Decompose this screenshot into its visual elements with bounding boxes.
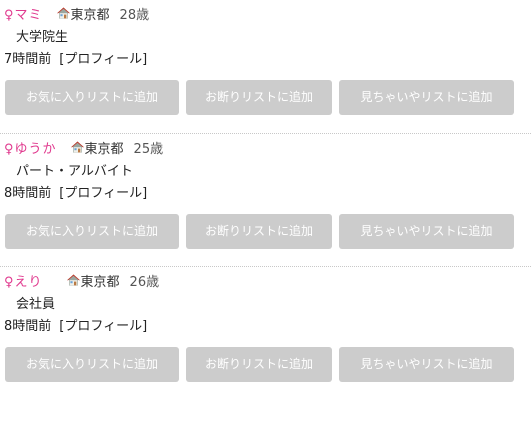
age: 25歳	[133, 141, 164, 157]
age: 28歳	[119, 7, 150, 23]
profile-header: ♀えり 東京都 26歳	[4, 271, 160, 290]
location-text: 東京都	[80, 274, 120, 290]
profile-card: ♀えり 東京都 26歳 会社員 8時間前 [プロフィール] お気に入りリストに追加…	[0, 266, 531, 399]
occupation: 会社員	[16, 297, 56, 312]
occupation: 大学院生	[16, 30, 69, 45]
profile-link[interactable]: [プロフィール]	[59, 52, 147, 67]
profile-card: ♀マミ 東京都 28歳 大学院生 7時間前 [プロフィール] お気に入りリストに追…	[0, 0, 531, 133]
house-icon	[70, 141, 84, 153]
location: 東京都	[66, 271, 120, 290]
add-favorite-button[interactable]: お気に入りリストに追加	[5, 347, 179, 382]
location: 東京都	[70, 138, 124, 157]
add-favorite-button[interactable]: お気に入りリストに追加	[5, 214, 179, 249]
occupation: パート・アルバイト	[16, 164, 133, 179]
add-hide-button[interactable]: 見ちゃいやリストに追加	[339, 214, 514, 249]
profile-meta: 8時間前 [プロフィール]	[4, 315, 147, 334]
profile-meta: 8時間前 [プロフィール]	[4, 182, 147, 201]
action-buttons: お気に入りリストに追加 お断りリストに追加 見ちゃいやリストに追加	[5, 347, 514, 382]
location-text: 東京都	[70, 7, 110, 23]
profile-card: ♀ゆうか 東京都 25歳 パート・アルバイト 8時間前 [プロフィール] お気に入…	[0, 133, 531, 266]
add-decline-button[interactable]: お断りリストに追加	[186, 80, 332, 115]
profile-name[interactable]: ♀ゆうか	[4, 138, 57, 157]
house-icon	[56, 7, 70, 19]
add-hide-button[interactable]: 見ちゃいやリストに追加	[339, 80, 514, 115]
location: 東京都	[56, 4, 110, 23]
profile-header: ♀マミ 東京都 28歳	[4, 4, 150, 23]
add-favorite-button[interactable]: お気に入りリストに追加	[5, 80, 179, 115]
last-login-time: 8時間前	[4, 319, 52, 334]
age: 26歳	[129, 274, 160, 290]
last-login-time: 8時間前	[4, 186, 52, 201]
profile-link[interactable]: [プロフィール]	[59, 319, 147, 334]
profile-list: ♀マミ 東京都 28歳 大学院生 7時間前 [プロフィール] お気に入りリストに追…	[0, 0, 531, 399]
action-buttons: お気に入りリストに追加 お断りリストに追加 見ちゃいやリストに追加	[5, 80, 514, 115]
action-buttons: お気に入りリストに追加 お断りリストに追加 見ちゃいやリストに追加	[5, 214, 514, 249]
profile-link[interactable]: [プロフィール]	[59, 186, 147, 201]
add-decline-button[interactable]: お断りリストに追加	[186, 347, 332, 382]
profile-header: ♀ゆうか 東京都 25歳	[4, 138, 164, 157]
profile-name[interactable]: ♀えり	[4, 271, 43, 290]
profile-name[interactable]: ♀マミ	[4, 4, 43, 23]
add-hide-button[interactable]: 見ちゃいやリストに追加	[339, 347, 514, 382]
add-decline-button[interactable]: お断りリストに追加	[186, 214, 332, 249]
last-login-time: 7時間前	[4, 52, 52, 67]
profile-meta: 7時間前 [プロフィール]	[4, 48, 147, 67]
house-icon	[66, 274, 80, 286]
location-text: 東京都	[84, 141, 124, 157]
